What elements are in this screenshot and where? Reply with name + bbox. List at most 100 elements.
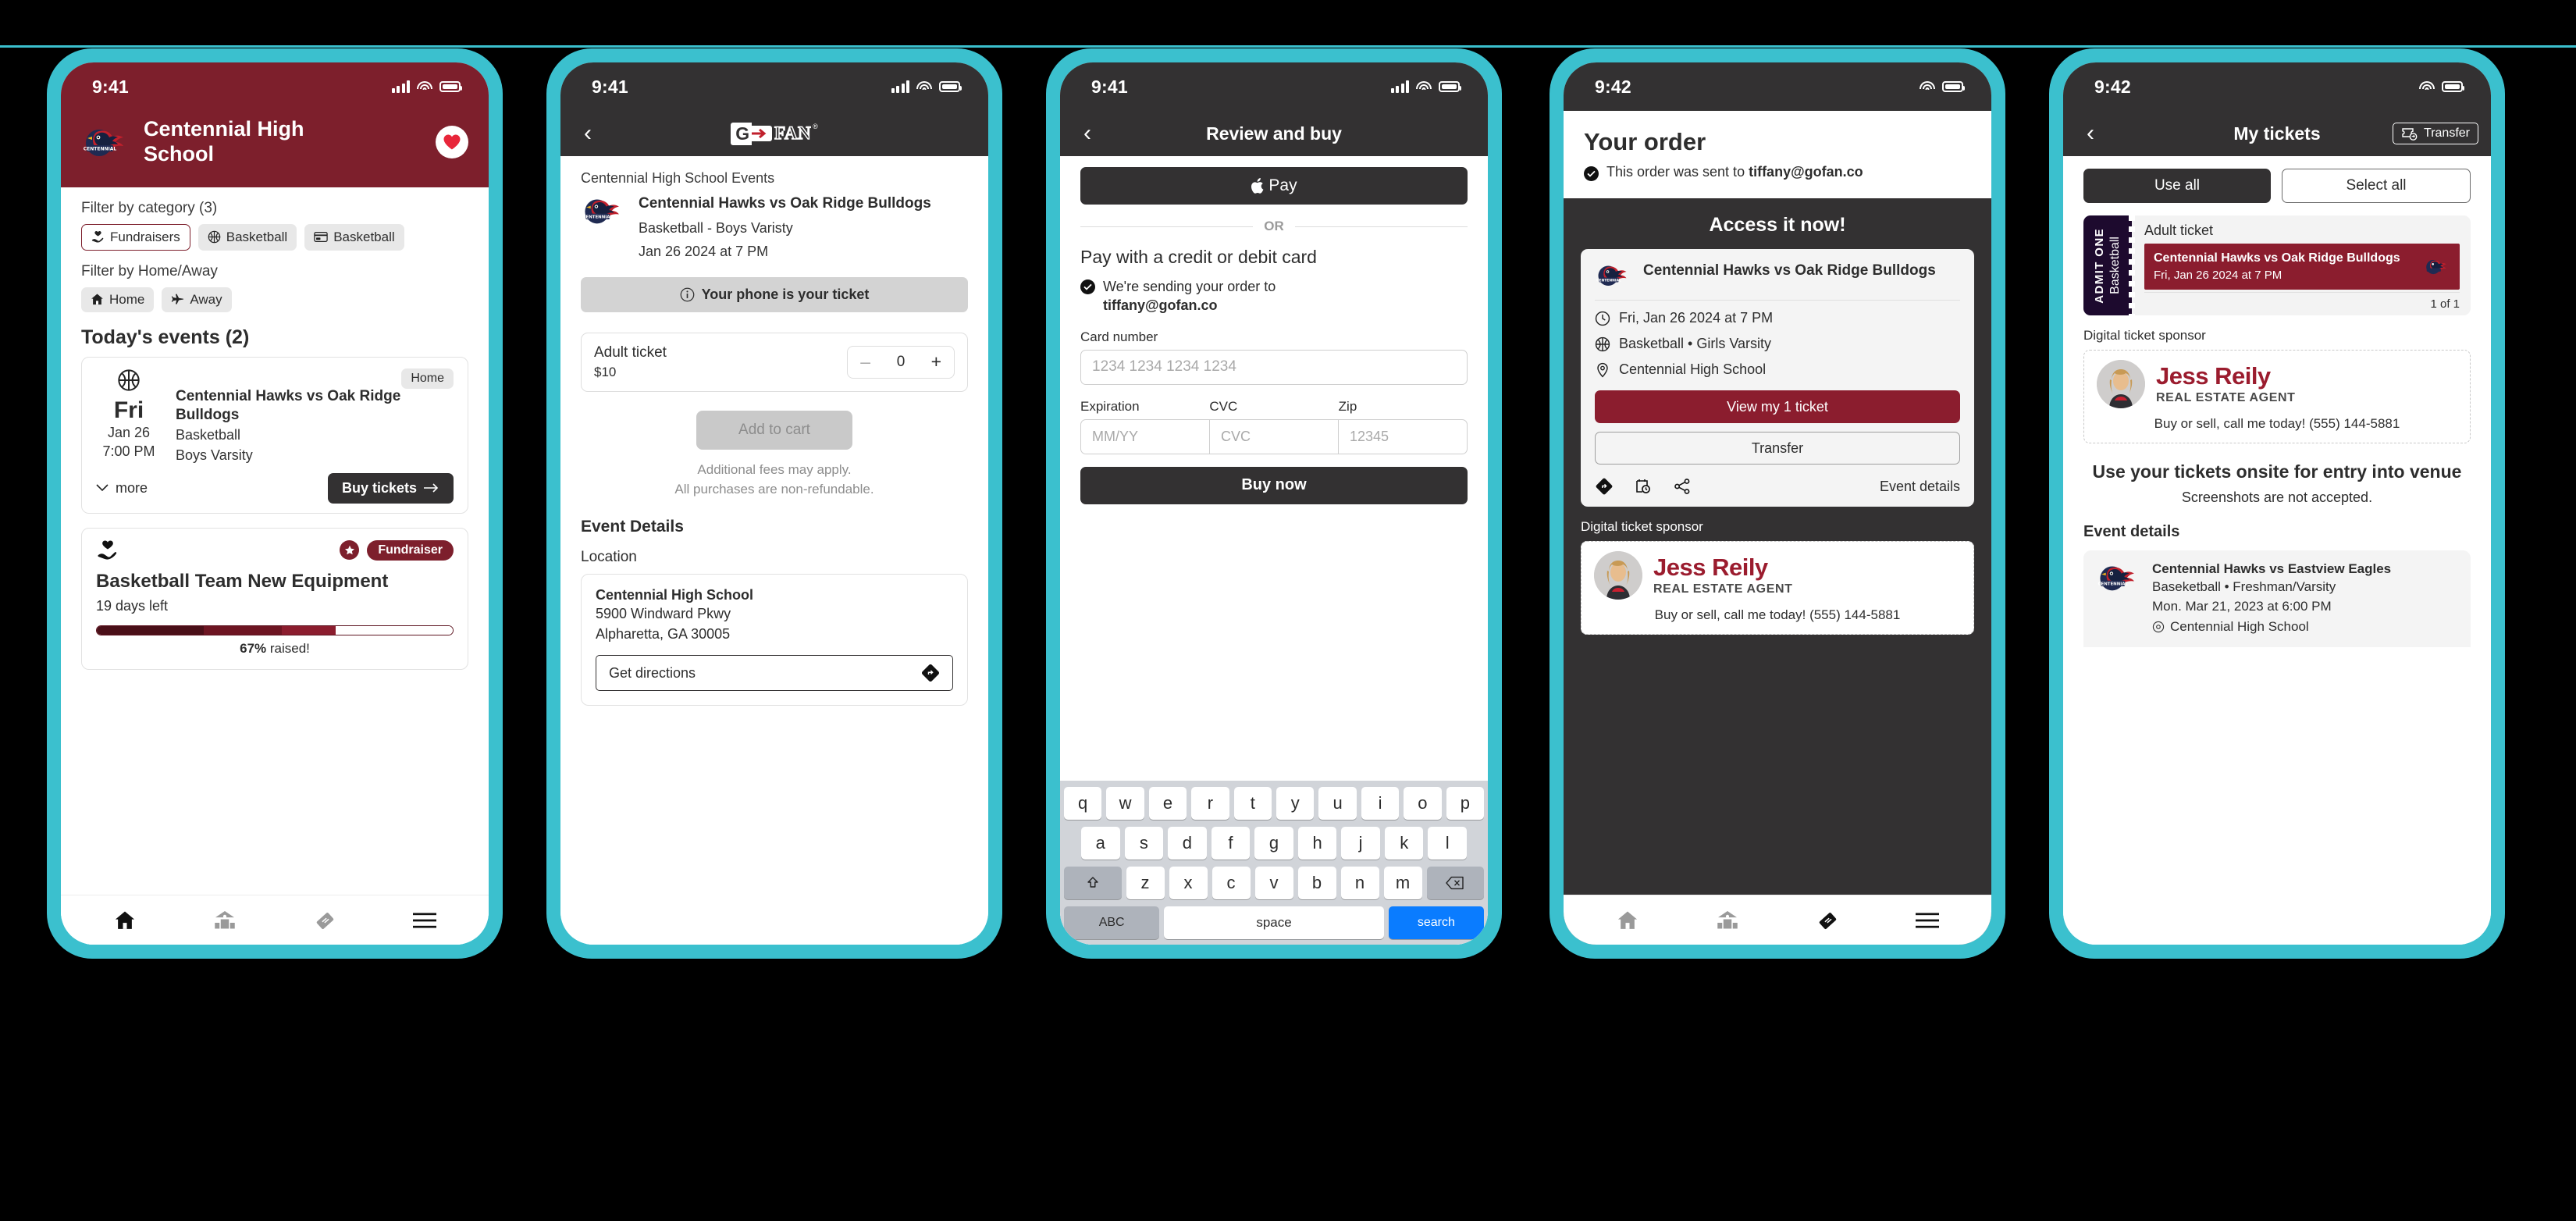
- homeaway-filter-label: Filter by Home/Away: [81, 262, 218, 279]
- sponsor-role: REAL ESTATE AGENT: [2156, 390, 2296, 404]
- order-email: tiffany@gofan.co: [1103, 297, 1218, 314]
- key-j[interactable]: j: [1341, 827, 1380, 860]
- backspace-key[interactable]: [1426, 867, 1484, 899]
- key-h[interactable]: h: [1297, 827, 1337, 860]
- directions-icon[interactable]: [1595, 477, 1614, 496]
- decrement-button[interactable]: –: [848, 351, 883, 372]
- chip-basketball-card[interactable]: Basketball: [304, 223, 404, 251]
- use-all-button[interactable]: Use all: [2083, 169, 2271, 203]
- status-time: 9:41: [1091, 76, 1128, 97]
- sponsor-card[interactable]: Jess Reily REAL ESTATE AGENT Buy or sell…: [1581, 541, 1974, 635]
- ticket-stub[interactable]: ADMIT ONE Basketball Adult ticket Centen…: [2083, 215, 2471, 315]
- apple-pay-button[interactable]: Pay: [1080, 167, 1468, 205]
- add-to-calendar-icon[interactable]: [1634, 477, 1653, 496]
- phone-5-frame: 9:42 ‹ My tickets Transfer Use all Selec…: [2049, 48, 2505, 959]
- quantity-stepper[interactable]: – 0 +: [847, 345, 955, 379]
- battery-icon: [2442, 81, 2464, 92]
- key-l[interactable]: l: [1428, 827, 1468, 860]
- chip-fundraisers[interactable]: Fundraisers: [81, 223, 190, 251]
- venue-name: Centennial High School: [596, 587, 754, 603]
- key-r[interactable]: r: [1191, 787, 1229, 820]
- key-t[interactable]: t: [1233, 787, 1272, 820]
- key-m[interactable]: m: [1383, 867, 1422, 899]
- event-day: Fri: [113, 397, 144, 423]
- get-directions-button[interactable]: Get directions: [596, 655, 953, 692]
- school-icon[interactable]: [213, 910, 237, 931]
- add-to-cart-button[interactable]: Add to cart: [696, 410, 852, 450]
- key-b[interactable]: b: [1297, 867, 1336, 899]
- key-c[interactable]: c: [1212, 867, 1251, 899]
- select-all-button[interactable]: Select all: [2282, 169, 2471, 203]
- key-f[interactable]: f: [1211, 827, 1251, 860]
- sponsor-label: Digital ticket sponsor: [2083, 328, 2206, 343]
- sponsor-card[interactable]: Jess Reily REAL ESTATE AGENT Buy or sell…: [2083, 350, 2471, 443]
- increment-button[interactable]: +: [919, 351, 954, 372]
- fundraiser-card[interactable]: Fundraiser Basketball Team New Equipment…: [81, 527, 468, 670]
- abc-key[interactable]: ABC: [1064, 906, 1160, 939]
- transfer-button[interactable]: Transfer: [1595, 432, 1960, 465]
- key-o[interactable]: o: [1404, 787, 1442, 820]
- key-e[interactable]: e: [1148, 787, 1187, 820]
- key-q[interactable]: q: [1063, 787, 1102, 820]
- chip-basketball[interactable]: Basketball: [197, 223, 297, 251]
- key-a[interactable]: a: [1080, 827, 1120, 860]
- key-k[interactable]: k: [1384, 827, 1424, 860]
- ticket-icon[interactable]: [313, 910, 336, 931]
- key-u[interactable]: u: [1318, 787, 1357, 820]
- key-v[interactable]: v: [1254, 867, 1293, 899]
- key-p[interactable]: p: [1446, 787, 1485, 820]
- menu-icon[interactable]: [1916, 912, 1939, 929]
- space-key[interactable]: space: [1164, 906, 1384, 939]
- back-button[interactable]: ‹: [2077, 122, 2104, 145]
- order-email: tiffany@gofan.co: [1749, 164, 1863, 180]
- location-pin-icon: [2152, 621, 2165, 632]
- key-w[interactable]: w: [1106, 787, 1144, 820]
- key-g[interactable]: g: [1254, 827, 1293, 860]
- ticket-icon[interactable]: [1816, 910, 1839, 931]
- ticket-sport-row: Basketball • Girls Varsity: [1595, 336, 1960, 352]
- home-away-badge: Home: [401, 368, 454, 389]
- phone-2-content: Centennial High School Events CENTENNIAL…: [560, 156, 988, 945]
- key-x[interactable]: x: [1169, 867, 1208, 899]
- sponsor-name: Jess Reily: [1653, 553, 1768, 581]
- status-bar: 9:41: [61, 62, 489, 111]
- favorite-button[interactable]: [436, 125, 468, 158]
- event-card[interactable]: Home Fri Jan 26 7:00 PM Centennial Hawks…: [81, 356, 468, 514]
- phone-1-content: Filter by category (3) Fundraisers Baske…: [61, 187, 489, 945]
- chip-away[interactable]: Away: [162, 287, 232, 312]
- shift-key[interactable]: [1064, 867, 1122, 899]
- key-d[interactable]: d: [1168, 827, 1207, 860]
- school-name: Centennial High School: [144, 117, 304, 166]
- ticket-venue: Centennial High School: [1619, 361, 1767, 377]
- chip-home[interactable]: Home: [81, 287, 155, 312]
- buy-now-button[interactable]: Buy now: [1080, 466, 1468, 504]
- key-z[interactable]: z: [1126, 867, 1165, 899]
- school-icon[interactable]: [1716, 910, 1739, 931]
- event-details-link[interactable]: Event details: [1880, 479, 1960, 495]
- buy-tickets-button[interactable]: Buy tickets: [327, 472, 454, 504]
- breadcrumb[interactable]: Centennial High School Events: [560, 170, 988, 187]
- share-icon[interactable]: [1673, 477, 1692, 496]
- ticket-event-name: Centennial Hawks vs Oak Ridge Bulldogs: [1643, 262, 1936, 279]
- ticket-stub-right: Adult ticket Centennial Hawks vs Oak Rid…: [2132, 215, 2471, 315]
- key-y[interactable]: y: [1276, 787, 1315, 820]
- key-i[interactable]: i: [1361, 787, 1400, 820]
- top-hairline: [0, 45, 2576, 48]
- transfer-header-button[interactable]: Transfer: [2393, 123, 2478, 144]
- zip-input[interactable]: 12345: [1338, 419, 1467, 454]
- view-tickets-button[interactable]: View my 1 ticket: [1595, 390, 1960, 423]
- more-toggle[interactable]: more: [96, 480, 148, 497]
- home-icon[interactable]: [1616, 910, 1639, 931]
- card-number-input[interactable]: 1234 1234 1234 1234: [1080, 349, 1468, 385]
- back-button[interactable]: ‹: [1074, 122, 1101, 145]
- phone-2-screen: 9:41 ‹ G FAN ® Centennial High School Eve…: [560, 62, 988, 945]
- menu-icon[interactable]: [413, 912, 436, 929]
- search-key[interactable]: search: [1388, 906, 1484, 939]
- expiration-input[interactable]: MM/YY: [1081, 420, 1209, 454]
- key-s[interactable]: s: [1124, 827, 1164, 860]
- key-n[interactable]: n: [1340, 867, 1379, 899]
- event-details-card[interactable]: CENTENNIAL Centennial Hawks vs Eastview …: [2083, 550, 2471, 648]
- cvc-input[interactable]: CVC: [1209, 419, 1338, 454]
- access-heading: Access it now!: [1709, 214, 1846, 236]
- home-icon[interactable]: [113, 910, 137, 931]
